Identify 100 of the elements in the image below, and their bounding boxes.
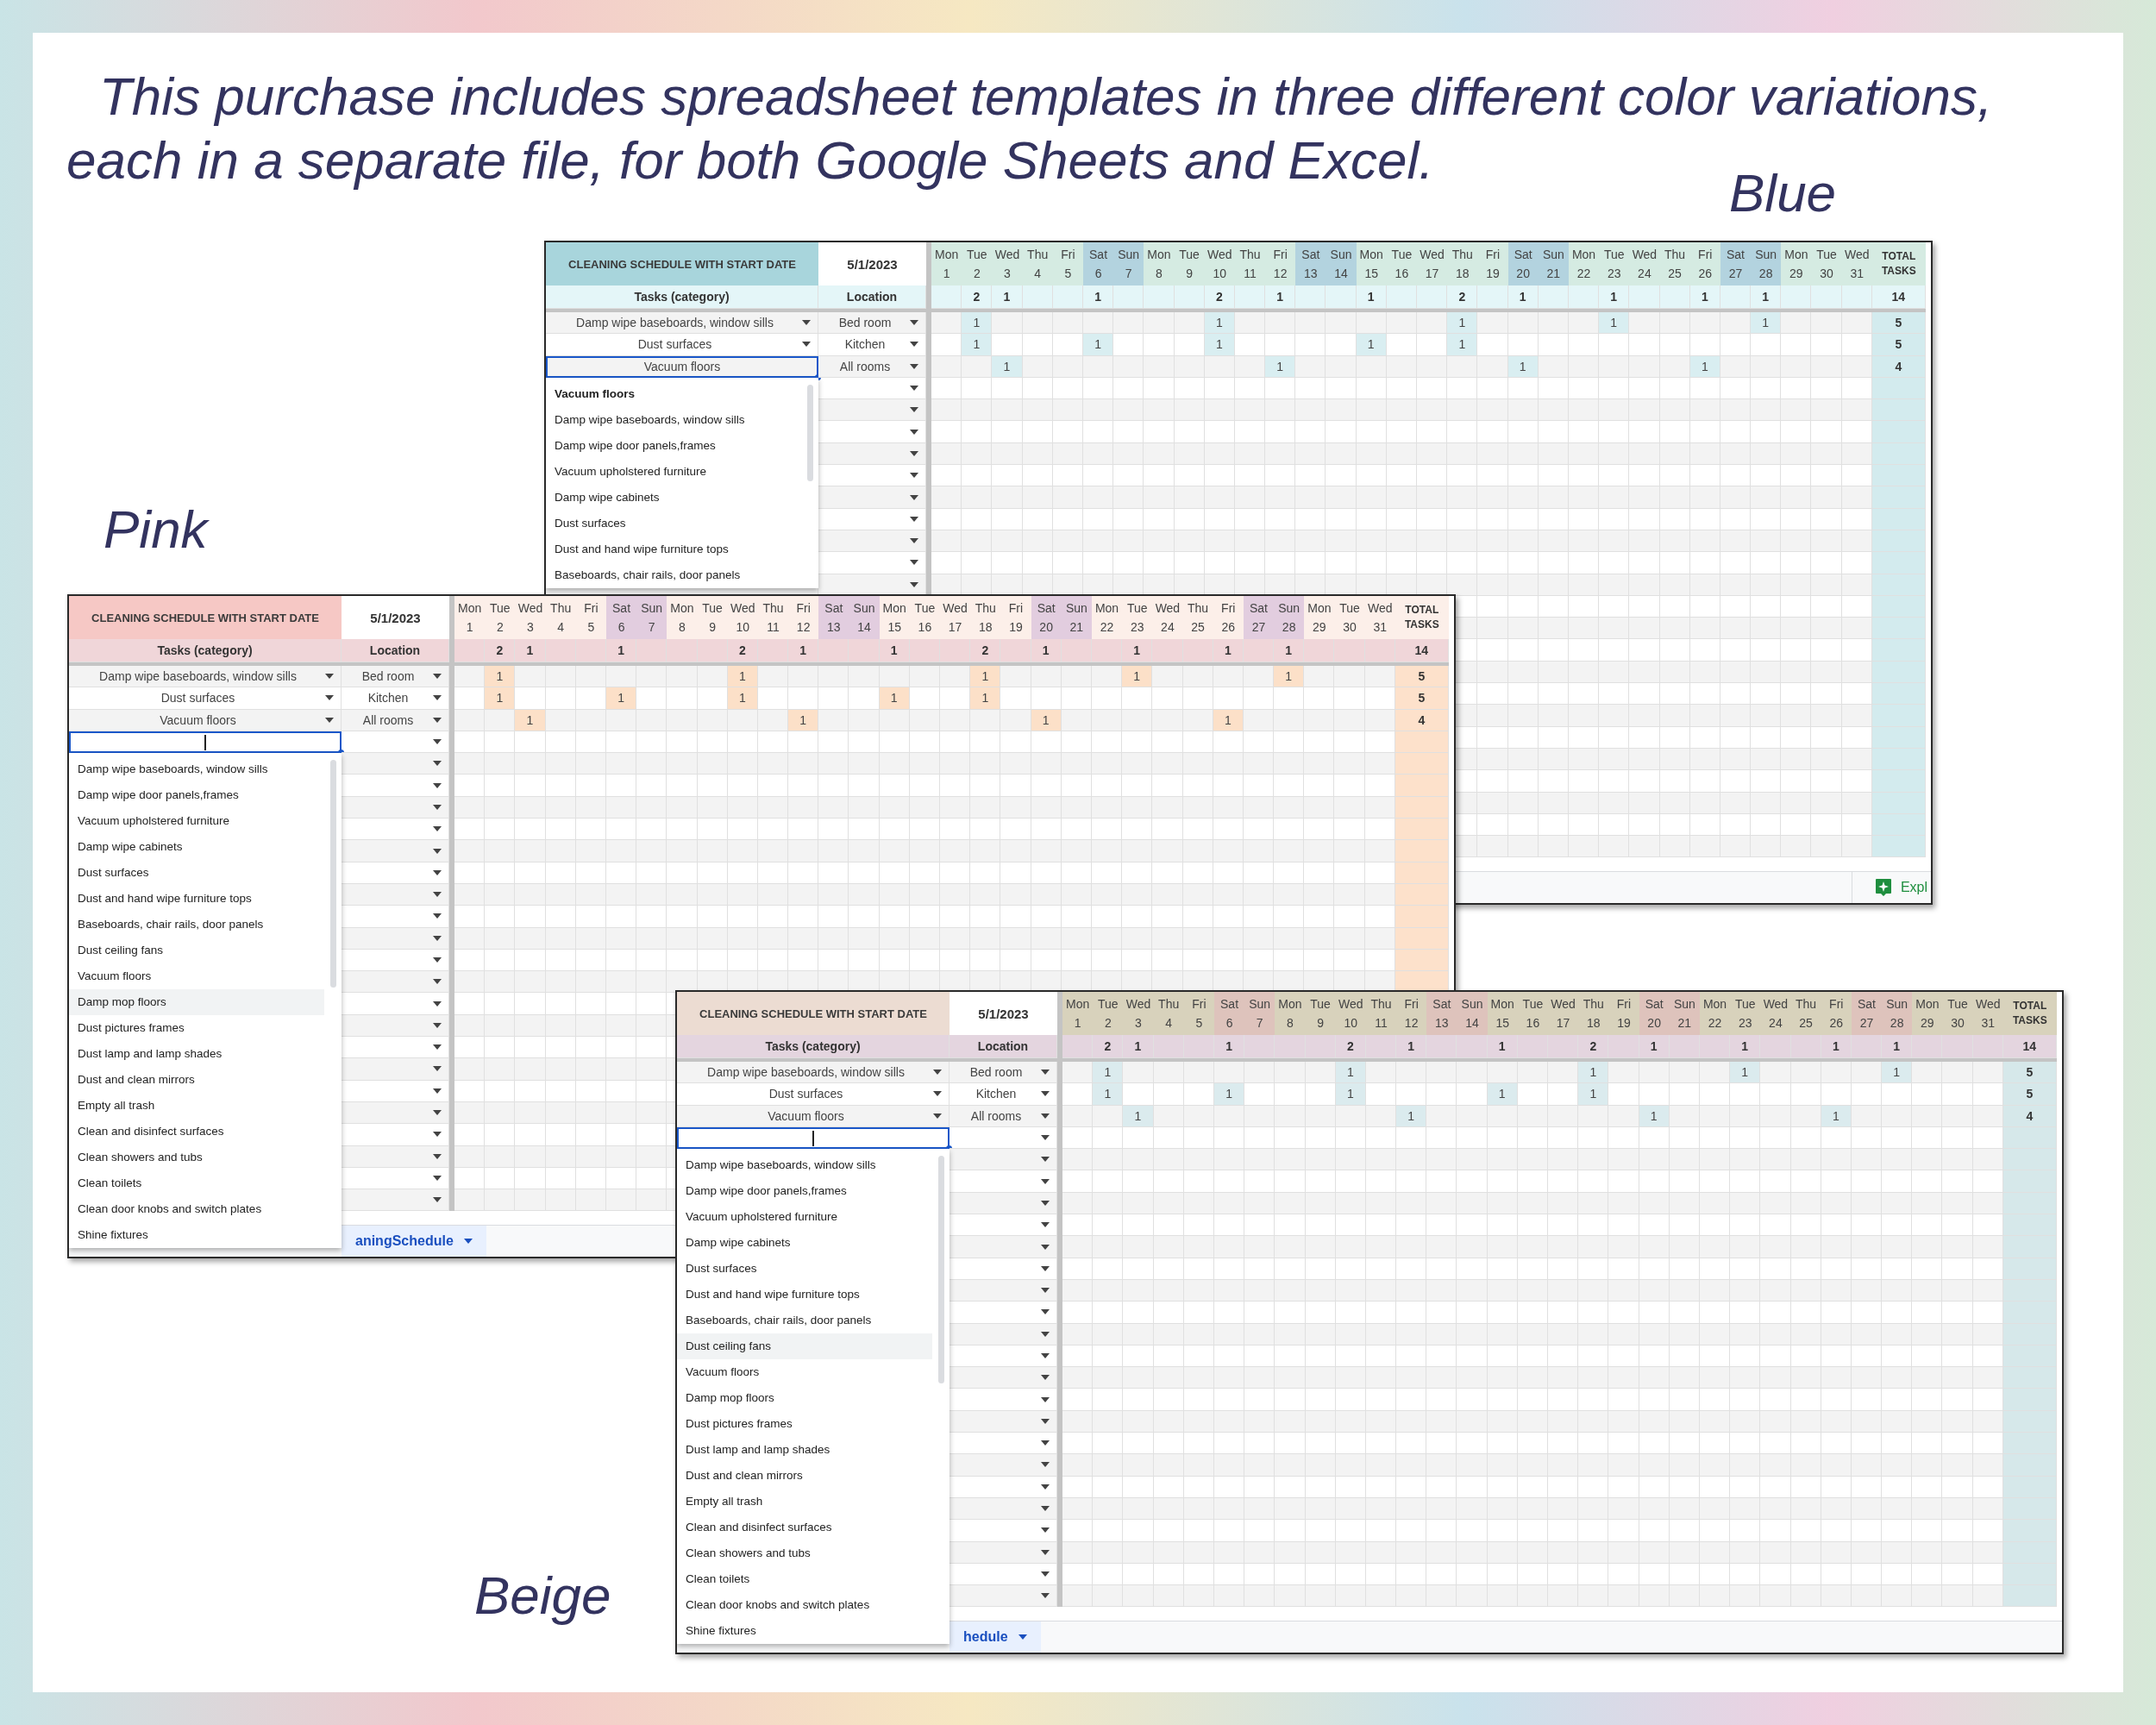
dropdown-option[interactable]: Dust and clean mirrors xyxy=(677,1463,932,1489)
dropdown-option[interactable]: Baseboards, chair rails, door panels xyxy=(69,912,324,938)
dropdown-option[interactable]: Vacuum floors xyxy=(546,381,801,407)
daily-total: 1 xyxy=(992,285,1023,309)
sheet-tab[interactable]: hedule xyxy=(950,1622,1041,1653)
task-dropdown[interactable]: Dust surfaces xyxy=(677,1083,950,1106)
dropdown-option[interactable]: Clean door knobs and switch plates xyxy=(677,1592,932,1618)
date-label: 8 xyxy=(1156,266,1163,281)
dropdown-option[interactable]: Vacuum floors xyxy=(69,963,324,989)
weekday-label: Wed xyxy=(994,247,1020,262)
weekday-label: Sun xyxy=(1886,996,1908,1012)
dropdown-option[interactable]: Clean toilets xyxy=(69,1170,324,1196)
dropdown-option[interactable]: Dust lamp and lamp shades xyxy=(677,1437,932,1463)
dropdown-option[interactable]: Vacuum upholstered furniture xyxy=(677,1204,932,1230)
location-dropdown[interactable]: All rooms xyxy=(342,709,449,731)
daily-total: 1 xyxy=(1599,285,1630,309)
dropdown-option[interactable]: Vacuum upholstered furniture xyxy=(546,459,801,485)
dropdown-option[interactable]: Clean door knobs and switch plates xyxy=(69,1196,324,1222)
task-dropdown[interactable]: Damp wipe baseboards, window sills xyxy=(69,666,342,688)
task-dropdown[interactable]: Damp wipe baseboards, window sills xyxy=(546,312,818,335)
location-dropdown[interactable]: Bed room xyxy=(342,666,449,688)
dropdown-option[interactable]: Clean showers and tubs xyxy=(677,1540,932,1566)
dropdown-option[interactable]: Dust ceiling fans xyxy=(677,1333,932,1359)
dropdown-option[interactable]: Damp mop floors xyxy=(69,989,324,1015)
dropdown-option[interactable]: Dust surfaces xyxy=(69,860,324,886)
dropdown-option[interactable]: Dust lamp and lamp shades xyxy=(69,1041,324,1067)
date-label: 17 xyxy=(948,619,962,635)
daily-total: 2 xyxy=(1578,1035,1609,1058)
dropdown-option[interactable]: Dust and clean mirrors xyxy=(69,1067,324,1093)
dropdown-option[interactable]: Shine fixtures xyxy=(677,1618,932,1644)
dropdown-option[interactable]: Damp mop floors xyxy=(677,1385,932,1411)
location-dropdown[interactable]: Bed room xyxy=(818,312,926,335)
task-dropdown[interactable]: Vacuum floors xyxy=(69,709,342,731)
sheet-title: CLEANING SCHEDULE WITH START DATE xyxy=(546,242,818,285)
dropdown-option[interactable]: Damp wipe cabinets xyxy=(677,1230,932,1256)
date-label: 31 xyxy=(1850,266,1864,281)
weekday-label: Tue xyxy=(966,247,987,262)
date-label: 21 xyxy=(1069,619,1084,635)
weekday-label: Wed xyxy=(943,600,968,616)
sheet-tab[interactable]: aningSchedule xyxy=(342,1226,486,1257)
count-cell: 1 xyxy=(727,687,758,710)
task-dropdown[interactable]: Dust surfaces xyxy=(69,687,342,710)
cell-editor[interactable]: Vacuum floors xyxy=(546,355,818,378)
dropdown-option[interactable]: Shine fixtures xyxy=(69,1222,324,1248)
dropdown-option[interactable]: Damp wipe cabinets xyxy=(546,485,801,511)
dropdown-option[interactable]: Dust and hand wipe furniture tops xyxy=(546,536,801,562)
date-label: 14 xyxy=(1465,1015,1479,1031)
dropdown-option[interactable]: Dust surfaces xyxy=(546,511,801,536)
task-dropdown[interactable]: Vacuum floors xyxy=(677,1105,950,1127)
dropdown-option[interactable]: Damp wipe baseboards, window sills xyxy=(69,756,324,782)
date-label: 31 xyxy=(1981,1015,1995,1031)
daily-total: 1 xyxy=(1396,1035,1427,1058)
dropdown-option[interactable]: Dust and hand wipe furniture tops xyxy=(677,1282,932,1308)
dropdown-option[interactable]: Clean and disinfect surfaces xyxy=(677,1515,932,1540)
dropdown-option[interactable]: Vacuum upholstered furniture xyxy=(69,808,324,834)
count-cell: 1 xyxy=(970,666,1001,688)
dropdown-option[interactable]: Baseboards, chair rails, door panels xyxy=(546,562,801,588)
date-label: 1 xyxy=(466,619,473,635)
dropdown-option[interactable]: Clean toilets xyxy=(677,1566,932,1592)
dropdown-option[interactable]: Damp wipe baseboards, window sills xyxy=(546,407,801,433)
dropdown-option[interactable]: Dust pictures frames xyxy=(677,1411,932,1437)
column-header: Location xyxy=(950,1035,1057,1058)
count-cell: 1 xyxy=(1882,1062,1913,1084)
grand-total: 14 xyxy=(1395,639,1449,662)
dropdown-option[interactable]: Vacuum floors xyxy=(677,1359,932,1385)
date-label: 4 xyxy=(557,619,565,635)
daily-total: 1 xyxy=(1639,1035,1670,1058)
dropdown-option[interactable]: Clean showers and tubs xyxy=(69,1145,324,1170)
daily-total: 1 xyxy=(1265,285,1296,309)
dropdown-option[interactable]: Dust ceiling fans xyxy=(69,938,324,963)
date-label: 3 xyxy=(1135,1015,1142,1031)
date-label: 7 xyxy=(1125,266,1132,281)
weekday-label: Tue xyxy=(1126,600,1148,616)
dropdown-option[interactable]: Damp wipe cabinets xyxy=(69,834,324,860)
dropdown-option[interactable]: Damp wipe baseboards, window sills xyxy=(677,1152,932,1178)
dropdown-option[interactable]: Damp wipe door panels,frames xyxy=(677,1178,932,1204)
dropdown-option[interactable]: Empty all trash xyxy=(677,1489,932,1515)
task-dropdown[interactable]: Damp wipe baseboards, window sills xyxy=(677,1062,950,1084)
dropdown-option[interactable]: Dust and hand wipe furniture tops xyxy=(69,886,324,912)
location-dropdown[interactable]: Bed room xyxy=(950,1062,1057,1084)
location-dropdown[interactable]: All rooms xyxy=(950,1105,1057,1127)
dropdown-option[interactable]: Dust pictures frames xyxy=(69,1015,324,1041)
dropdown-option[interactable]: Dust surfaces xyxy=(677,1256,932,1282)
weekday-label: Tue xyxy=(1947,996,1968,1012)
date-label: 28 xyxy=(1890,1015,1904,1031)
column-header: TOTAL TASKS xyxy=(1395,596,1449,639)
date-label: 20 xyxy=(1516,266,1530,281)
dropdown-option[interactable]: Baseboards, chair rails, door panels xyxy=(677,1308,932,1333)
weekday-label: Wed xyxy=(1367,600,1393,616)
dropdown-option[interactable]: Clean and disinfect surfaces xyxy=(69,1119,324,1145)
task-dropdown[interactable]: Dust surfaces xyxy=(546,334,818,356)
dropdown-option[interactable]: Damp wipe door panels,frames xyxy=(69,782,324,808)
weekday-label: Sat xyxy=(1857,996,1876,1012)
variant-label: Pink xyxy=(103,499,208,561)
location-dropdown[interactable]: All rooms xyxy=(818,355,926,378)
date-label: 13 xyxy=(827,619,841,635)
dropdown-option[interactable]: Damp wipe door panels,frames xyxy=(546,433,801,459)
dropdown-option[interactable]: Empty all trash xyxy=(69,1093,324,1119)
date-label: 2 xyxy=(496,619,504,635)
date-label: 19 xyxy=(1009,619,1023,635)
